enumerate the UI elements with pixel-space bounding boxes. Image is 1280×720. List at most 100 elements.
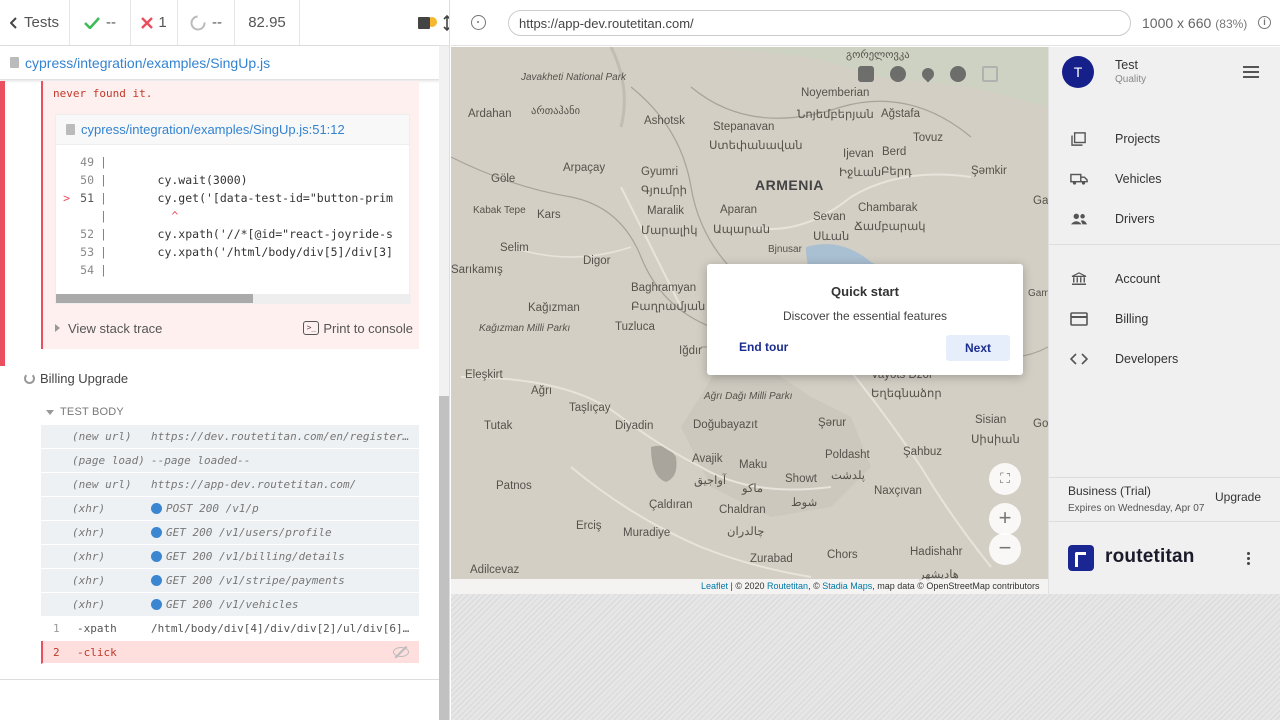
sidebar-item-vehicles[interactable]: Vehicles [1049,164,1280,194]
failed-count: 1 [131,0,178,45]
error-message: never found it. [53,87,153,100]
map-label: Kabak Tepe [473,205,526,216]
viewport-scale: (83%) [1215,17,1248,31]
scrollbar-thumb[interactable] [439,396,449,720]
map-label: Tovuz [913,132,944,144]
expand-icon[interactable] [982,66,998,82]
map-label: آواجیق [694,475,727,487]
code-lines: 49 | 50 | cy.wait(3000) >51 | cy.get('[data… [56,145,409,279]
hide-layer-icon[interactable] [858,66,874,82]
print-to-console-button[interactable]: >_ Print to console [303,321,413,336]
map-label: Բաղրամյան [631,301,706,313]
sidebar-item-projects[interactable]: Projects [1049,124,1280,154]
contrast-icon[interactable] [950,66,966,82]
map-label: Chors [827,549,858,561]
map-label: Diyadin [615,420,654,432]
map-label: Ճամբարակ [854,221,926,233]
map-label: Göle [491,173,516,185]
map-label: Taşlıçay [569,402,611,414]
map-label: شوط [791,497,818,509]
info-icon[interactable]: i [1258,16,1271,29]
plan-expiry: Expires on Wednesday, Apr 07 [1068,503,1205,514]
sidebar-item-developers[interactable]: Developers [1049,344,1280,374]
command-row[interactable]: 1 -xpath/html/body/div[4]/div/div[2]/ul/d… [41,617,419,641]
selector-playground-icon[interactable] [471,15,486,30]
bank-icon [1071,272,1087,285]
scrollbar-thumb[interactable] [56,294,253,303]
command-row[interactable]: (xhr) GET 200 /v1/stripe/payments [41,569,419,593]
code-frame-path-link[interactable]: cypress/integration/examples/SingUp.js:5… [81,122,345,137]
truck-icon [1070,173,1088,185]
pending-count: -- [178,0,235,45]
map[interactable]: Javakheti National Park გორელოვკა Noyemb… [451,47,1048,594]
runnable-list: never found it. cypress/integration/exam… [0,81,440,680]
tests-button[interactable]: Tests [0,0,70,45]
test-body-header[interactable]: TEST BODY [46,406,124,418]
map-label: Çaldıran [649,499,693,511]
reporter-scrollbar[interactable] [439,46,449,720]
test-billing-upgrade[interactable]: Billing Upgrade [24,371,128,386]
next-button[interactable]: Next [946,335,1010,361]
menu-icon[interactable] [1243,66,1259,78]
error-box: never found it. cypress/integration/exam… [41,81,419,349]
upgrade-button[interactable]: Upgrade [1215,490,1261,504]
tour-title: Quick start [831,284,899,299]
command-row[interactable]: (new url) https://dev.routetitan.com/en/r… [41,425,419,449]
compass-icon[interactable] [890,66,906,82]
map-label: Eleşkirt [465,369,503,381]
stadia-link[interactable]: Stadia Maps [822,581,872,591]
map-label: Ağrı Dağı Milli Parkı [704,391,793,402]
brand-name: routetitan [1105,546,1195,567]
end-tour-button[interactable]: End tour [739,340,788,354]
map-pin-icon[interactable] [919,65,937,83]
view-stack-trace-toggle[interactable]: View stack trace [55,321,162,336]
zoom-out-button[interactable]: − [989,533,1021,565]
map-label: Arpaçay [563,162,606,174]
map-toolbar [846,57,1026,91]
spinner-icon [190,15,206,30]
spec-file-bar: cypress/integration/examples/SingUp.js [0,46,440,80]
url-field[interactable] [508,10,1131,36]
map-label: چالدران [727,526,765,538]
scroll-toggle-icon[interactable] [443,15,450,31]
tour-dialog: Quick start Discover the essential featu… [707,264,1023,375]
command-row[interactable]: (xhr) GET 200 /v1/users/profile [41,521,419,545]
code-horizontal-scrollbar[interactable] [56,294,411,303]
fullscreen-button[interactable]: ⛶ [989,463,1021,495]
viewport-info: 1000 x 660 (83%) [1142,15,1247,31]
sidebar-item-drivers[interactable]: Drivers [1049,204,1280,234]
leaflet-link[interactable]: Leaflet [701,581,728,591]
map-label: Hadishahr [910,546,963,558]
command-row[interactable]: (xhr) GET 200 /v1/vehicles [41,593,419,617]
map-label: Իջևան [839,167,882,179]
zoom-in-button[interactable]: + [989,503,1021,535]
map-label: Եղեգնաձոր [871,388,942,400]
pending-value: -- [212,14,222,31]
command-row[interactable]: (new url) https://app-dev.routetitan.com/ [41,473,419,497]
x-icon [141,16,154,29]
user-role: Quality [1115,74,1147,85]
file-icon [66,124,75,135]
failed-value: 1 [158,14,167,31]
command-row[interactable]: (page load) --page loaded-- [41,449,419,473]
more-vertical-icon[interactable] [1247,552,1251,566]
map-label: Սևան [813,231,850,243]
avatar: T [1062,56,1094,88]
command-row[interactable]: (xhr) POST 200 /v1/p [41,497,419,521]
routetitan-link[interactable]: Routetitan [767,581,808,591]
command-row-failed[interactable]: 2 -click [41,641,419,664]
spec-path-link[interactable]: cypress/integration/examples/SingUp.js [25,55,270,71]
sidebar-item-billing[interactable]: Billing [1049,304,1280,334]
sidebar-item-account[interactable]: Account [1049,264,1280,294]
command-row[interactable]: (xhr) GET 200 /v1/billing/details [41,545,419,569]
map-label: Tuzluca [615,321,655,333]
caret-right-icon [55,324,60,332]
viewport-size: 1000 x 660 [1142,15,1212,31]
map-country-label: ARMENIA [755,177,824,193]
map-label: Selim [500,242,529,254]
xhr-dot-icon [151,599,162,610]
stop-icon[interactable] [418,17,430,29]
code-line-caret: | ^ [100,209,179,223]
code-line: 49 | [80,155,107,169]
code-line: 54 | [80,263,107,277]
